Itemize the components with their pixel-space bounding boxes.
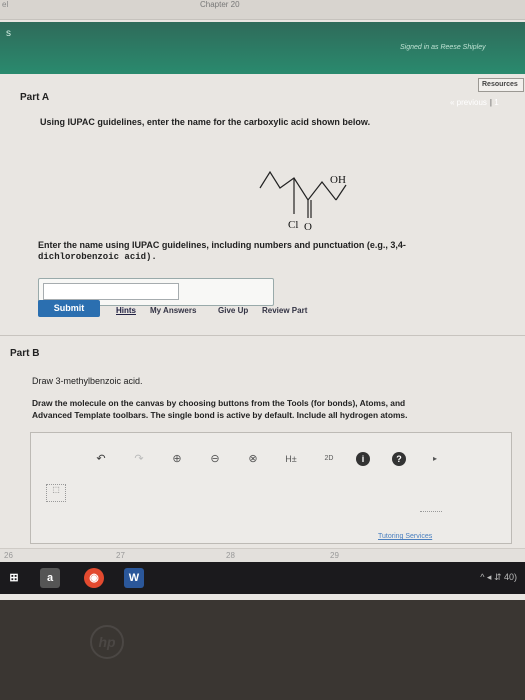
chrome-icon[interactable]: ◉ [84, 568, 104, 588]
give-up-link[interactable]: Give Up [218, 306, 248, 315]
amazon-icon[interactable]: a [40, 568, 60, 588]
part-a-example: dichlorobenzoic acid). [38, 252, 157, 262]
zoom-out-icon[interactable]: ⊖ [206, 450, 224, 468]
answer-input[interactable] [43, 283, 179, 300]
oh-bond [335, 184, 347, 201]
part-b-question: Draw 3-methylbenzoic acid. [32, 376, 143, 386]
my-answers-link[interactable]: My Answers [150, 306, 196, 315]
cl-label: Cl [288, 219, 298, 231]
page-number[interactable]: 1 [494, 98, 498, 107]
expand-icon[interactable]: ▸ [426, 450, 444, 468]
hints-link[interactable]: Hints [116, 306, 136, 315]
reset-zoom-icon[interactable]: ⊗ [244, 450, 262, 468]
redo-icon[interactable]: ↷ [130, 450, 148, 468]
mastering-header: s Signed in as Reese Shipley [0, 22, 525, 74]
ruler-label: 27 [116, 551, 125, 560]
part-a-question: Using IUPAC guidelines, enter the name f… [40, 117, 371, 127]
ruler-label: 28 [226, 551, 235, 560]
header-letter: s [6, 28, 11, 39]
start-icon[interactable]: ⊞ [4, 568, 24, 588]
review-part-link[interactable]: Review Part [262, 306, 307, 315]
corner-text: el [2, 0, 9, 9]
resources-button[interactable]: Resources [478, 78, 524, 92]
tutoring-services-link[interactable]: Tutoring Services [378, 533, 432, 540]
submit-button[interactable]: Submit [38, 300, 100, 317]
part-b-instruction-1: Draw the molecule on the canvas by choos… [32, 398, 406, 408]
undo-icon[interactable]: ↶ [92, 450, 110, 468]
previous-link[interactable]: « previous [450, 98, 487, 107]
canvas-toolbar: ↶ ↷ ⊕ ⊖ ⊗ H± 2D i ? ▸ [40, 450, 468, 474]
drawing-canvas[interactable] [30, 432, 512, 544]
part-a-instruction: Enter the name using IUPAC guidelines, i… [38, 240, 406, 250]
two-d-icon[interactable]: 2D [320, 450, 338, 468]
info-icon[interactable]: i [356, 452, 370, 466]
system-tray[interactable]: ^ ◂ ⇵ 40) [480, 572, 517, 583]
hp-logo: hp [90, 625, 124, 659]
word-icon[interactable]: W [124, 568, 144, 588]
part-divider [0, 335, 525, 336]
zoom-in-icon[interactable]: ⊕ [168, 450, 186, 468]
help-icon[interactable]: ? [392, 452, 406, 466]
part-a-title: Part A [20, 92, 50, 103]
browser-top-bar: el Chapter 20 [0, 0, 525, 20]
screen: el Chapter 20 s Signed in as Reese Shipl… [0, 0, 525, 600]
part-b-title: Part B [10, 348, 40, 359]
part-b-instruction-2: Advanced Template toolbars. The single b… [32, 410, 408, 420]
carboxylic-acid-structure: OH Cl O [259, 170, 347, 233]
ruler-label: 26 [4, 551, 13, 560]
ruler-label: 29 [330, 551, 339, 560]
o-label: O [304, 221, 312, 233]
selection-tool-icon[interactable]: ⬚ [46, 484, 66, 502]
hydrogen-toggle-icon[interactable]: H± [280, 450, 302, 468]
template-tool-icon[interactable] [420, 502, 442, 512]
browser-tab[interactable]: Chapter 20 [200, 0, 240, 9]
windows-taskbar: ⊞ a ◉ W ^ ◂ ⇵ 40) [0, 562, 525, 594]
signed-in-text[interactable]: Signed in as Reese Shipley [400, 44, 486, 51]
pagination: « previous | 1 [450, 98, 499, 107]
page-ruler: 26 27 28 29 [0, 548, 525, 562]
pagination-separator: | [489, 98, 492, 107]
oh-label: OH [330, 174, 346, 186]
